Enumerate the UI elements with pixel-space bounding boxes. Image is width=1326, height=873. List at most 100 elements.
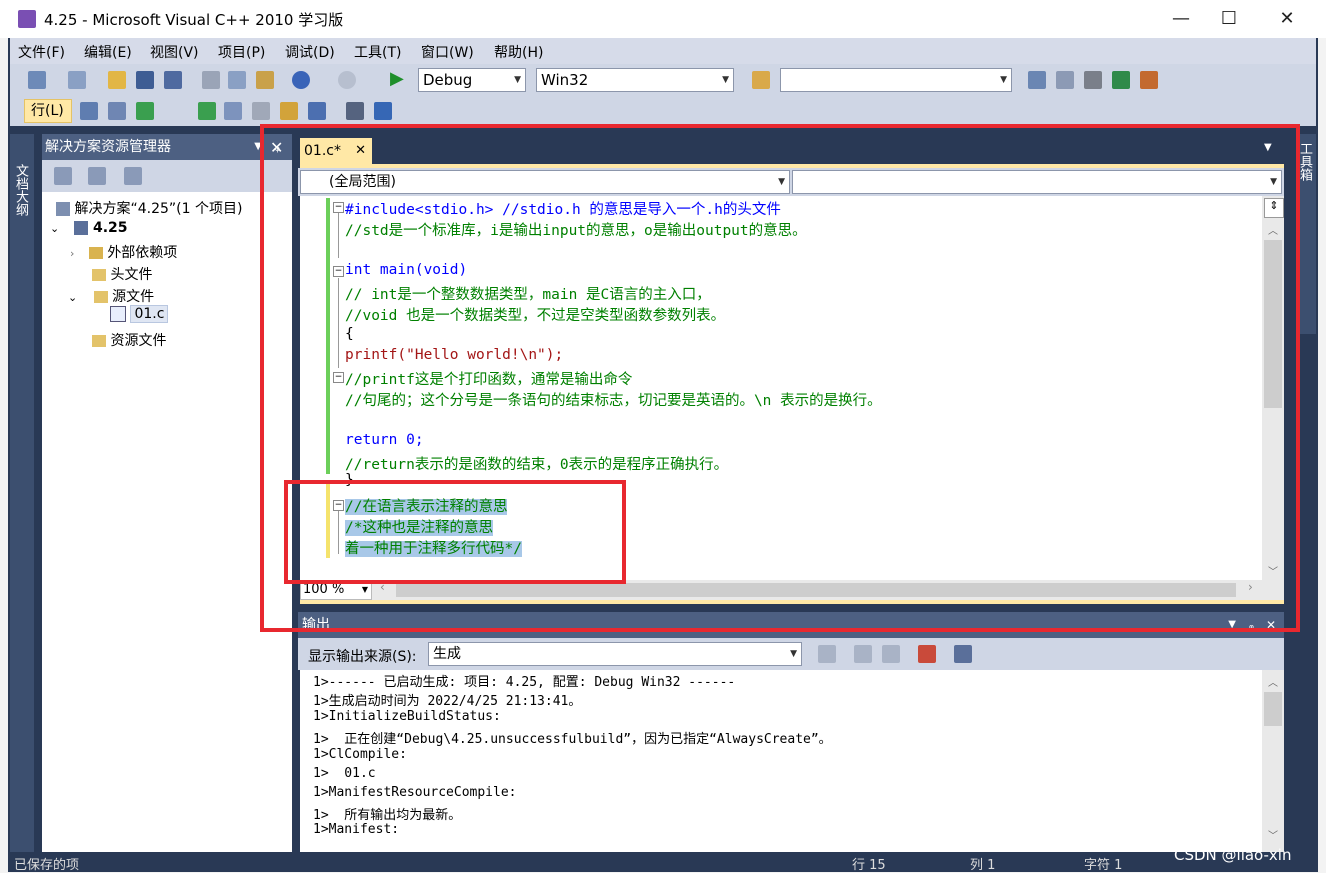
toolbox-tab[interactable]: 工具箱	[1297, 142, 1314, 181]
font-icon[interactable]	[308, 102, 326, 120]
indent-icon[interactable]	[346, 102, 364, 120]
word-wrap-icon[interactable]	[954, 645, 972, 663]
output-line: 1> 正在创建“Debug\4.25.unsuccessfulbuild”，因为…	[313, 732, 832, 747]
next-message-icon[interactable]	[882, 645, 900, 663]
properties-icon[interactable]	[54, 167, 72, 185]
status-bar: 已保存的项 行 15 列 1 字符 1 CSDN @liao-xin	[8, 846, 1318, 873]
bookmark-icon[interactable]	[252, 102, 270, 120]
menu-tools[interactable]: 工具(T)	[354, 42, 401, 62]
close-button[interactable]: ✕	[1264, 0, 1310, 38]
goto-next-icon[interactable]	[818, 645, 836, 663]
status-message: 已保存的项	[14, 858, 80, 873]
project-icon	[74, 221, 89, 235]
annotation-box-comments	[284, 480, 626, 584]
menu-debug[interactable]: 调试(D)	[285, 42, 335, 62]
output-line: 1>ClCompile:	[313, 747, 407, 762]
save-all-icon[interactable]	[164, 71, 182, 89]
scroll-thumb[interactable]	[1264, 692, 1282, 726]
chevron-down-icon[interactable]: ﹀	[1268, 827, 1278, 842]
tree-solution[interactable]: 解决方案“4.25”(1 个项目)	[56, 198, 242, 218]
comment-icon[interactable]	[374, 102, 392, 120]
add-item-icon[interactable]	[68, 71, 86, 89]
extension-icon[interactable]	[1140, 71, 1158, 89]
status-line: 行 15	[852, 858, 886, 873]
properties-icon[interactable]	[1056, 71, 1074, 89]
find-in-files-icon[interactable]	[752, 71, 770, 89]
menu-edit[interactable]: 编辑(E)	[84, 42, 132, 62]
solution-explorer-title-text: 解决方案资源管理器	[45, 139, 171, 155]
export-icon[interactable]	[1112, 71, 1130, 89]
find-combo[interactable]: ▼	[780, 68, 1012, 92]
tree-project-label: 4.25	[92, 220, 128, 236]
paste-icon[interactable]	[256, 71, 274, 89]
text-editor-toolbar: 行(L)	[10, 96, 1316, 126]
clear-all-icon[interactable]	[918, 645, 936, 663]
new-project-icon[interactable]	[28, 71, 46, 89]
solution-explorer-title: 解决方案资源管理器 ▼ ᵩ	[42, 134, 292, 160]
step-icon[interactable]	[136, 102, 154, 120]
grid-icon[interactable]	[80, 102, 98, 120]
menu-bar: 文件(F) 编辑(E) 视图(V) 项目(P) 调试(D) 工具(T) 窗口(W…	[10, 38, 1316, 64]
tree-project[interactable]: ⌄ 4.25	[50, 220, 128, 236]
output-vertical-scrollbar[interactable]: ︿ ﹀	[1262, 670, 1284, 852]
tree-item-label: 头文件	[110, 267, 153, 283]
tools-icon[interactable]	[1084, 71, 1102, 89]
output-source-value: 生成	[433, 646, 461, 662]
redo-icon[interactable]	[338, 71, 356, 89]
view-code-icon[interactable]	[124, 167, 142, 185]
tree-file-01c[interactable]: 01.c	[110, 305, 169, 323]
menu-file[interactable]: 文件(F)	[18, 42, 65, 62]
menu-project[interactable]: 项目(P)	[218, 42, 265, 62]
open-file-icon[interactable]	[108, 71, 126, 89]
output-toolbar: 显示输出来源(S): 生成 ▼	[298, 638, 1284, 670]
line-button[interactable]: 行(L)	[24, 99, 72, 123]
output-line: 1>InitializeBuildStatus:	[313, 709, 501, 724]
tree-item-label: 01.c	[130, 305, 169, 323]
chevron-up-icon[interactable]: ︿	[1268, 674, 1278, 689]
platform-dropdown[interactable]: Win32 ▼	[536, 68, 734, 92]
app-icon	[18, 10, 36, 28]
chevron-right-icon[interactable]: ›	[70, 247, 74, 260]
tree-solution-label: 解决方案“4.25”(1 个项目)	[74, 201, 243, 217]
status-column: 列 1	[970, 858, 996, 873]
menu-window[interactable]: 窗口(W)	[421, 42, 474, 62]
folder-icon	[88, 247, 103, 259]
config-dropdown[interactable]: Debug ▼	[418, 68, 526, 92]
folder-open-icon	[93, 291, 108, 303]
minimize-button[interactable]: —	[1158, 0, 1204, 38]
show-all-files-icon[interactable]	[88, 167, 106, 185]
output-source-dropdown[interactable]: 生成 ▼	[428, 642, 802, 666]
highlight-icon[interactable]	[280, 102, 298, 120]
document-outline-tab[interactable]: 文档大纲	[13, 164, 30, 216]
table-icon[interactable]	[108, 102, 126, 120]
chevron-down-icon[interactable]: ⌄	[50, 222, 59, 235]
run-to-icon[interactable]	[198, 102, 216, 120]
chevron-down-icon[interactable]: ⌄	[68, 291, 77, 304]
tree-header-files[interactable]: 头文件	[92, 264, 152, 284]
menu-help[interactable]: 帮助(H)	[494, 42, 543, 62]
copy-icon[interactable]	[228, 71, 246, 89]
watermark: CSDN @liao-xin	[1174, 846, 1292, 864]
menu-view[interactable]: 视图(V)	[150, 42, 199, 62]
undo-icon[interactable]	[292, 71, 310, 89]
tree-item-label: 外部依赖项	[107, 245, 178, 261]
output-line: 1> 所有输出均为最新。	[313, 808, 462, 823]
c-file-icon	[110, 306, 126, 322]
folder-icon	[92, 269, 106, 281]
tree-source-files[interactable]: ⌄ 源文件	[68, 286, 154, 306]
folder-icon	[92, 335, 106, 347]
document-outline-rail[interactable]: 文档大纲	[10, 134, 34, 852]
platform-value: Win32	[541, 71, 589, 89]
tree-external-deps[interactable]: › 外部依赖项	[70, 242, 177, 262]
tree-resource-files[interactable]: 资源文件	[92, 330, 166, 350]
solution-explorer-toolbar	[42, 160, 292, 192]
prev-message-icon[interactable]	[854, 645, 872, 663]
output-source-label: 显示输出来源(S):	[308, 649, 417, 665]
save-icon[interactable]	[136, 71, 154, 89]
window-title: 4.25 - Microsoft Visual C++ 2010 学习版	[44, 11, 344, 29]
cut-icon[interactable]	[202, 71, 220, 89]
search-icon[interactable]	[1028, 71, 1046, 89]
start-debug-icon[interactable]: ▶	[390, 68, 404, 89]
maximize-button[interactable]: ☐	[1206, 0, 1252, 38]
breakpoints-icon[interactable]	[224, 102, 242, 120]
